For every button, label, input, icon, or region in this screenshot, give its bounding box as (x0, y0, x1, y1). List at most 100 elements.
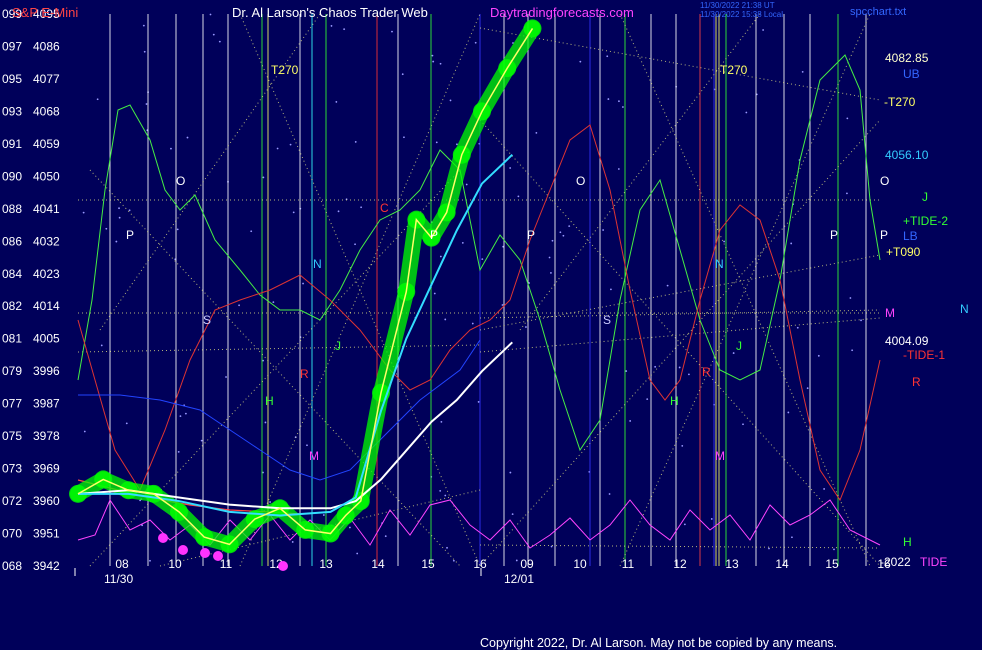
star-dot (431, 54, 434, 57)
star-dot (269, 501, 272, 503)
site-link[interactable]: Daytradingforecasts.com (490, 5, 634, 20)
star-dot (105, 227, 108, 230)
star-dot (360, 206, 363, 209)
star-dot (681, 444, 684, 447)
star-dot (474, 41, 477, 44)
x-tick-label: 15 (421, 557, 435, 571)
cycle-marker: R (300, 367, 309, 381)
y-tick-code: 097 (2, 39, 22, 53)
star-dot (184, 412, 187, 415)
star-dot (471, 322, 474, 325)
star-dot (535, 131, 538, 134)
star-dot (550, 272, 552, 274)
star-dot (125, 422, 128, 425)
star-dot (823, 488, 826, 490)
cycle-marker: P (880, 228, 888, 242)
star-dot (292, 211, 295, 214)
x-tick-label: 13 (319, 557, 333, 571)
level-label: 4056.10 (885, 148, 929, 162)
y-tick-code: 086 (2, 234, 22, 248)
star-dot (602, 229, 605, 231)
y-tick-price: 3987 (33, 397, 60, 411)
star-dot (212, 33, 215, 36)
timestamp-ut: 11/30/2022 21:38 UT (700, 1, 775, 10)
star-dot (176, 228, 179, 231)
right-label: LB (903, 229, 918, 243)
star-dot (833, 548, 835, 551)
x-tick-label: 13 (725, 557, 739, 571)
star-dot (145, 103, 148, 105)
right-label: -T270 (884, 95, 916, 109)
y-tick-code: 081 (2, 332, 22, 346)
star-dot (515, 559, 518, 562)
y-tick-code: 079 (2, 364, 22, 378)
star-dot (851, 349, 854, 352)
star-dot (846, 117, 849, 120)
x-tick-label: 08 (115, 557, 129, 571)
file-name: spcchart.txt (850, 6, 907, 18)
tide-marker (178, 545, 188, 555)
star-dot (796, 326, 799, 329)
star-dot (846, 192, 848, 195)
star-dot (439, 489, 442, 492)
star-dot (128, 209, 131, 212)
star-dot (391, 30, 393, 33)
star-dot (732, 352, 735, 354)
level-label: 4082.85 (885, 51, 929, 65)
cycle-marker: O (176, 174, 185, 188)
date-label: 11/30 (104, 572, 133, 586)
y-tick-code: 068 (2, 559, 22, 573)
y-tick-code: 091 (2, 137, 22, 151)
star-dot (291, 541, 294, 543)
right-label: -2022 (880, 555, 911, 569)
star-dot (343, 28, 346, 31)
y-tick-code: 073 (2, 462, 22, 476)
star-dot (551, 239, 554, 242)
star-dot (618, 100, 620, 103)
y-tick-price: 4023 (33, 267, 60, 281)
y-tick-code: 072 (2, 494, 22, 508)
x-tick-label: 10 (573, 557, 587, 571)
star-dot (568, 225, 571, 228)
right-label: UB (903, 67, 920, 81)
star-dot (622, 106, 624, 108)
star-dot (860, 319, 862, 322)
star-dot (337, 210, 340, 213)
star-dot (625, 370, 628, 372)
star-dot (790, 242, 793, 245)
star-dot (179, 415, 182, 418)
star-dot (801, 70, 804, 73)
star-dot (654, 365, 657, 368)
x-tick-label: 14 (775, 557, 789, 571)
star-dot (262, 176, 265, 179)
copyright-notice: Copyright 2022, Dr. Al Larson. May not b… (480, 636, 838, 650)
star-dot (118, 207, 120, 210)
tide-marker (278, 561, 288, 571)
cycle-marker: O (576, 174, 585, 188)
star-dot (276, 147, 279, 150)
star-dot (209, 13, 212, 16)
date-label: 12/01 (504, 572, 534, 586)
star-dot (745, 111, 748, 114)
right-label: H (903, 535, 912, 549)
timestamp-local: 11/30/2022 15:38 Local (700, 10, 784, 19)
x-tick-label: 11 (622, 557, 635, 571)
star-dot (762, 29, 765, 31)
y-tick-code: 084 (2, 267, 22, 281)
star-dot (742, 423, 744, 426)
star-dot (384, 535, 387, 538)
star-dot (401, 73, 404, 76)
cycle-marker: S (203, 313, 211, 327)
right-label: J (922, 190, 928, 204)
star-dot (82, 211, 85, 214)
star-dot (511, 513, 514, 516)
star-dot (177, 450, 180, 453)
star-dot (432, 60, 435, 63)
star-dot (186, 136, 189, 139)
site-title: Dr. Al Larson's Chaos Trader Web (232, 5, 428, 20)
cycle-marker: P (126, 228, 134, 242)
y-tick-code: 090 (2, 169, 22, 183)
star-dot (143, 50, 146, 53)
star-dot (225, 376, 227, 378)
y-tick-price: 4077 (33, 72, 60, 86)
